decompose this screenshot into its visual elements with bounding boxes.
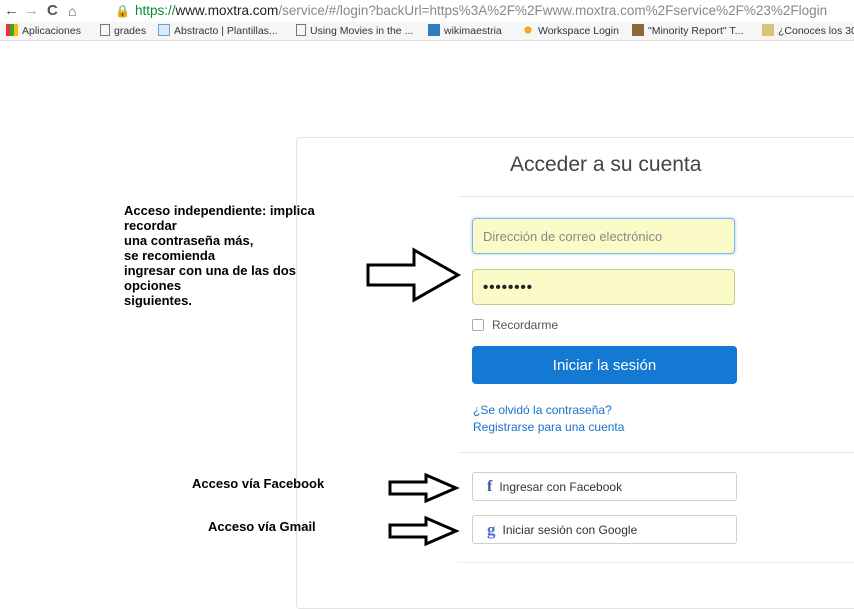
address-bar[interactable]: https://www.moxtra.com/service/#/login?b… [135, 2, 827, 20]
register-link[interactable]: Registrarse para una cuenta [473, 420, 624, 434]
facebook-button-label: Ingresar con Facebook [499, 479, 623, 494]
bookmark-label: Aplicaciones [22, 25, 81, 37]
back-arrow-icon[interactable]: ← [4, 1, 19, 21]
google-icon: g [487, 519, 496, 539]
url-domain: www.moxtra.com [175, 3, 279, 18]
bookmark-label: Workspace Login [538, 25, 619, 37]
annotation-independent-access: Acceso independiente: implica recordar u… [124, 203, 384, 308]
divider [458, 562, 854, 563]
annotation-line: se recomienda [124, 248, 216, 263]
movie-icon [632, 24, 644, 36]
home-icon[interactable]: ⌂ [68, 1, 76, 21]
divider [458, 196, 854, 197]
bookmark-label: "Minority Report" T... [648, 25, 744, 37]
forgot-password-link[interactable]: ¿Se olvidó la contraseña? [473, 403, 612, 417]
browser-toolbar: ← → C ⌂ 🔒 https://www.moxtra.com/service… [0, 0, 854, 22]
facebook-login-button[interactable]: f Ingresar con Facebook [472, 472, 737, 501]
workspace-icon [522, 24, 534, 36]
password-field[interactable]: •••••••• [472, 269, 735, 305]
lock-icon: 🔒 [115, 4, 130, 18]
page-icon [100, 24, 110, 36]
bookmark-label: grades [114, 25, 147, 37]
page-icon [296, 24, 306, 36]
annotation-gmail: Acceso vía Gmail [208, 519, 316, 534]
email-field[interactable]: Dirección de correo electrónico [472, 218, 735, 254]
bookmark-label: Abstracto | Plantillas... [174, 25, 278, 37]
annotation-line: ingresar con una de las dos [124, 263, 296, 278]
bookmark-workspace[interactable]: Workspace Login [522, 24, 619, 38]
bookmark-grades[interactable]: grades [100, 24, 146, 38]
bookmark-label: wikimaestria [444, 25, 502, 37]
annotation-line: opciones [124, 278, 182, 293]
annotation-line: recordar [124, 218, 177, 233]
remember-label: Recordarme [492, 318, 559, 332]
reload-icon[interactable]: C [47, 1, 58, 21]
bookmark-wikimaestria[interactable]: wikimaestria [428, 24, 502, 38]
bookmark-abstracto[interactable]: Abstracto | Plantillas... [158, 24, 278, 38]
google-login-button[interactable]: g Iniciar sesión con Google [472, 515, 737, 544]
google-button-label: Iniciar sesión con Google [502, 522, 638, 537]
url-scheme: https:// [135, 3, 176, 18]
bookmark-using-movies[interactable]: Using Movies in the ... [296, 24, 413, 38]
remember-me[interactable]: Recordarme [472, 318, 558, 332]
blue-square-icon [158, 24, 170, 36]
bookmark-label: Using Movies in the ... [310, 25, 414, 37]
forward-arrow-icon[interactable]: → [24, 1, 39, 21]
bookmark-aplicaciones[interactable]: Aplicaciones [6, 24, 81, 38]
signin-button[interactable]: Iniciar la sesión [472, 346, 737, 384]
bookmark-minority-report[interactable]: "Minority Report" T... [632, 24, 743, 38]
arrow-right-icon [388, 472, 460, 504]
bookmark-conoces[interactable]: ¿Conoces los 30 s [762, 24, 854, 38]
apps-grid-icon [6, 24, 18, 36]
annotation-facebook: Acceso vía Facebook [192, 476, 325, 491]
divider [458, 452, 854, 453]
wiki-icon [428, 24, 440, 36]
bookmarks-bar: Aplicaciones grades Abstracto | Plantill… [0, 22, 854, 41]
bookmark-label: ¿Conoces los 30 s [778, 25, 854, 37]
annotation-line: siguientes. [124, 293, 192, 308]
arrow-right-icon [366, 247, 462, 303]
facebook-icon: f [487, 477, 493, 495]
remember-checkbox[interactable] [472, 319, 484, 331]
arrow-right-icon [388, 515, 460, 547]
annotation-line: una contraseña más, [124, 233, 254, 248]
page-title: Acceder a su cuenta [510, 153, 702, 176]
url-path: /service/#/login?backUrl=https%3A%2F%2Fw… [278, 3, 828, 18]
annotation-line: Acceso independiente: implica [124, 203, 315, 218]
quiz-icon [762, 24, 774, 36]
